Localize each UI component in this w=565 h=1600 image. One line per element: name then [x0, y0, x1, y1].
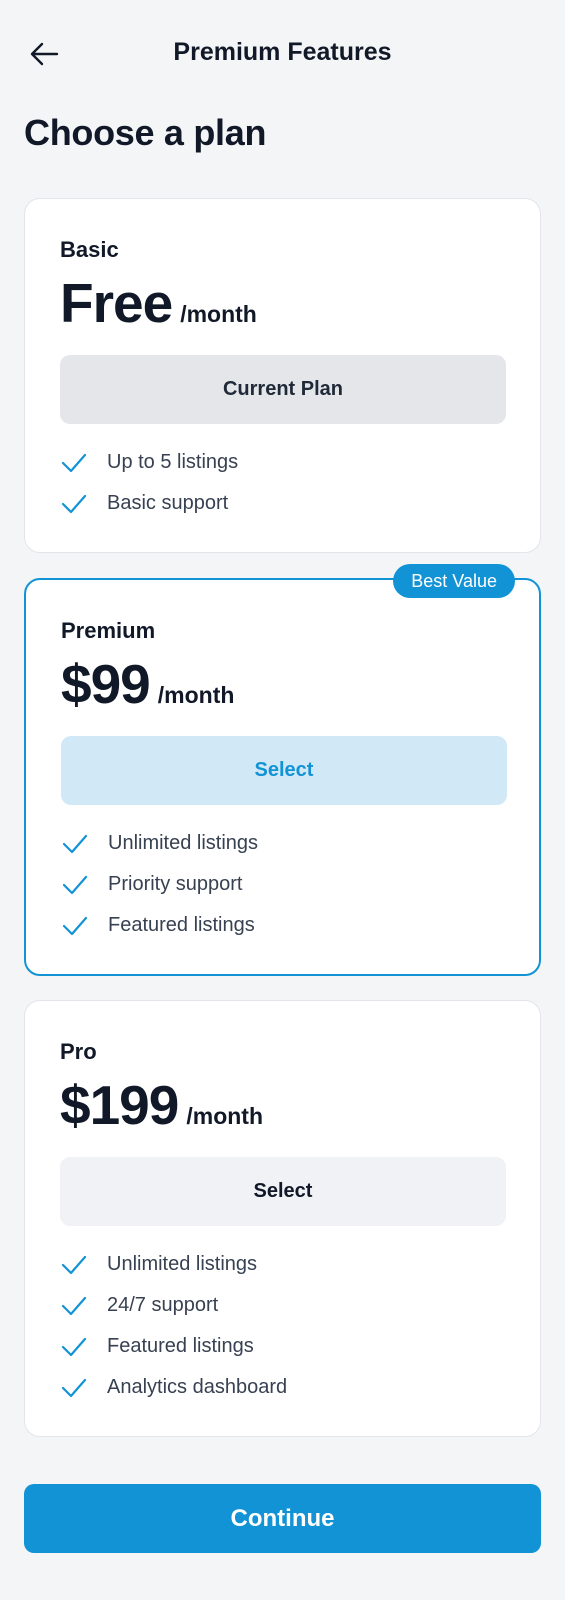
continue-button[interactable]: Continue	[24, 1484, 541, 1553]
feature-item: Analytics dashboard	[60, 1367, 287, 1408]
plan-card-basic: Basic Free /month Current Plan Up to 5 l…	[24, 198, 541, 553]
check-icon	[60, 449, 88, 477]
feature-item: Featured listings	[60, 1326, 287, 1367]
price-row: $199 /month	[60, 1073, 263, 1137]
feature-list: Unlimited listings Priority support Feat…	[61, 823, 258, 946]
feature-item: 24/7 support	[60, 1285, 287, 1326]
feature-item: Unlimited listings	[61, 823, 258, 864]
select-pro-button[interactable]: Select	[60, 1157, 506, 1226]
feature-item: Featured listings	[61, 905, 258, 946]
feature-text: Basic support	[107, 492, 229, 514]
plan-name: Premium	[61, 618, 156, 643]
top-bar: Premium Features	[0, 20, 565, 84]
feature-text: Featured listings	[107, 1335, 254, 1357]
feature-text: Analytics dashboard	[107, 1376, 288, 1398]
current-plan-button[interactable]: Current Plan	[60, 355, 506, 424]
feature-text: Priority support	[108, 873, 243, 895]
feature-item: Priority support	[61, 864, 258, 905]
check-icon	[60, 490, 88, 518]
plan-period: /month	[186, 1103, 264, 1129]
price-row: $99 /month	[61, 652, 234, 716]
feature-text: Up to 5 listings	[107, 451, 239, 473]
check-icon	[61, 871, 89, 899]
feature-item: Up to 5 listings	[60, 442, 238, 483]
choose-plan-heading: Choose a plan	[24, 112, 267, 153]
price-row: Free /month	[60, 271, 257, 335]
plan-period: /month	[180, 301, 257, 327]
best-value-badge: Best Value	[393, 564, 515, 598]
select-premium-button[interactable]: Select	[61, 736, 507, 805]
page-title: Premium Features	[173, 38, 392, 66]
plan-price: $199	[60, 1074, 179, 1136]
plan-price: $99	[61, 653, 151, 715]
feature-text: Unlimited listings	[107, 1253, 258, 1275]
plan-price: Free	[60, 272, 173, 334]
feature-list: Unlimited listings 24/7 support Featured…	[60, 1244, 287, 1408]
check-icon	[61, 912, 89, 940]
feature-text: 24/7 support	[107, 1294, 219, 1316]
plan-card-premium[interactable]: Best Value Premium $99 /month Select Unl…	[24, 564, 541, 976]
check-icon	[60, 1374, 88, 1402]
check-icon	[60, 1333, 88, 1361]
plan-name: Basic	[60, 237, 119, 262]
feature-text: Unlimited listings	[108, 832, 259, 854]
feature-list: Up to 5 listings Basic support	[60, 442, 238, 524]
feature-text: Featured listings	[108, 914, 255, 936]
plan-card-pro[interactable]: Pro $199 /month Select Unlimited listing…	[24, 1000, 541, 1437]
page: Premium Features Choose a plan Basic Fre…	[0, 0, 565, 1600]
feature-item: Unlimited listings	[60, 1244, 287, 1285]
check-icon	[60, 1251, 88, 1279]
check-icon	[60, 1292, 88, 1320]
plan-period: /month	[157, 682, 235, 708]
feature-item: Basic support	[60, 483, 238, 524]
plan-name: Pro	[60, 1039, 97, 1064]
check-icon	[61, 830, 89, 858]
